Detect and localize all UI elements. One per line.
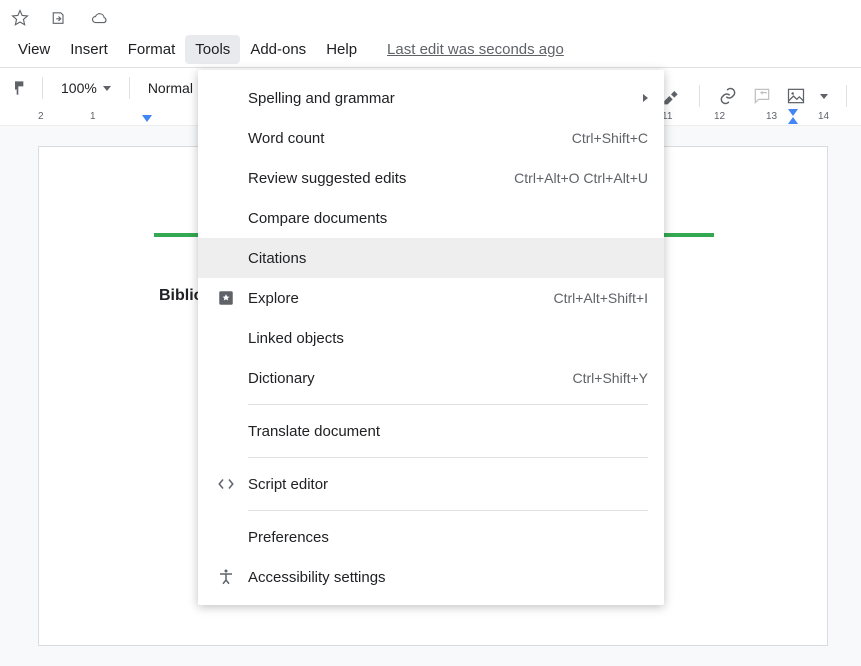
- menu-item-label: Explore: [248, 290, 553, 307]
- last-edit-link[interactable]: Last edit was seconds ago: [387, 41, 564, 58]
- ruler-tick: 14: [818, 111, 861, 122]
- highlight-icon[interactable]: [661, 86, 681, 106]
- indent-marker-icon[interactable]: [788, 109, 798, 116]
- menu-item-label: Spelling and grammar: [248, 90, 643, 107]
- script-icon: [214, 475, 238, 493]
- menu-item-accessibility-settings[interactable]: Accessibility settings: [198, 557, 664, 597]
- toolbar-separator: [129, 77, 130, 99]
- zoom-value: 100%: [61, 80, 97, 96]
- menu-format[interactable]: Format: [118, 35, 186, 64]
- menu-item-dictionary[interactable]: DictionaryCtrl+Shift+Y: [198, 358, 664, 398]
- menu-item-review-suggested-edits[interactable]: Review suggested editsCtrl+Alt+O Ctrl+Al…: [198, 158, 664, 198]
- cloud-icon[interactable]: [90, 8, 110, 28]
- style-value: Normal: [148, 80, 193, 96]
- link-icon[interactable]: [718, 86, 738, 106]
- menu-item-label: Preferences: [248, 529, 648, 546]
- menu-item-shortcut: Ctrl+Alt+O Ctrl+Alt+U: [514, 170, 648, 186]
- ruler-tick: 11: [662, 111, 714, 122]
- menu-item-shortcut: Ctrl+Shift+C: [572, 130, 648, 146]
- menu-item-label: Compare documents: [248, 210, 648, 227]
- comment-icon[interactable]: [752, 86, 772, 106]
- menu-item-label: Linked objects: [248, 330, 648, 347]
- menu-addons[interactable]: Add-ons: [240, 35, 316, 64]
- menu-item-label: Accessibility settings: [248, 569, 648, 586]
- menu-separator: [248, 404, 648, 405]
- menubar: View Insert Format Tools Add-ons Help La…: [0, 32, 861, 68]
- toolbar-right: [661, 85, 851, 107]
- ruler-tick: 13: [766, 111, 818, 122]
- menu-item-shortcut: Ctrl+Alt+Shift+I: [553, 290, 648, 306]
- menu-item-script-editor[interactable]: Script editor: [198, 464, 664, 504]
- star-icon[interactable]: [10, 8, 30, 28]
- accessibility-icon: [214, 568, 238, 586]
- menu-item-label: Word count: [248, 130, 572, 147]
- chevron-down-icon[interactable]: [820, 94, 828, 99]
- indent-marker-icon[interactable]: [142, 115, 152, 122]
- image-icon[interactable]: [786, 86, 806, 106]
- menu-item-label: Dictionary: [248, 370, 573, 387]
- zoom-selector[interactable]: 100%: [55, 76, 117, 100]
- paint-format-icon[interactable]: [10, 78, 30, 98]
- paragraph-style-selector[interactable]: Normal: [142, 76, 199, 100]
- ruler-tick: 1: [90, 111, 142, 122]
- menu-separator: [248, 457, 648, 458]
- menu-item-label: Review suggested edits: [248, 170, 514, 187]
- menu-item-linked-objects[interactable]: Linked objects: [198, 318, 664, 358]
- move-icon[interactable]: [50, 8, 70, 28]
- menu-separator: [248, 510, 648, 511]
- tools-dropdown-menu: Spelling and grammarWord countCtrl+Shift…: [198, 70, 664, 605]
- menu-item-explore[interactable]: ExploreCtrl+Alt+Shift+I: [198, 278, 664, 318]
- menu-help[interactable]: Help: [316, 35, 367, 64]
- menu-insert[interactable]: Insert: [60, 35, 118, 64]
- menu-item-label: Translate document: [248, 423, 648, 440]
- menu-item-preferences[interactable]: Preferences: [198, 517, 664, 557]
- menu-item-citations[interactable]: Citations: [198, 238, 664, 278]
- menu-item-label: Citations: [248, 250, 648, 267]
- chevron-down-icon: [103, 86, 111, 91]
- toolbar-separator: [699, 85, 700, 107]
- menu-item-label: Script editor: [248, 476, 648, 493]
- title-icon-row: [0, 0, 861, 32]
- toolbar-separator: [846, 85, 847, 107]
- submenu-arrow-icon: [643, 94, 648, 102]
- menu-item-spelling-and-grammar[interactable]: Spelling and grammar: [198, 78, 664, 118]
- ruler-tick: 2: [38, 111, 90, 122]
- toolbar-separator: [42, 77, 43, 99]
- ruler-tick: 12: [714, 111, 766, 122]
- menu-item-compare-documents[interactable]: Compare documents: [198, 198, 664, 238]
- menu-view[interactable]: View: [8, 35, 60, 64]
- indent-marker-icon[interactable]: [788, 117, 798, 124]
- explore-icon: [214, 289, 238, 307]
- menu-item-shortcut: Ctrl+Shift+Y: [573, 370, 648, 386]
- menu-item-translate-document[interactable]: Translate document: [198, 411, 664, 451]
- menu-tools[interactable]: Tools: [185, 35, 240, 64]
- menu-item-word-count[interactable]: Word countCtrl+Shift+C: [198, 118, 664, 158]
